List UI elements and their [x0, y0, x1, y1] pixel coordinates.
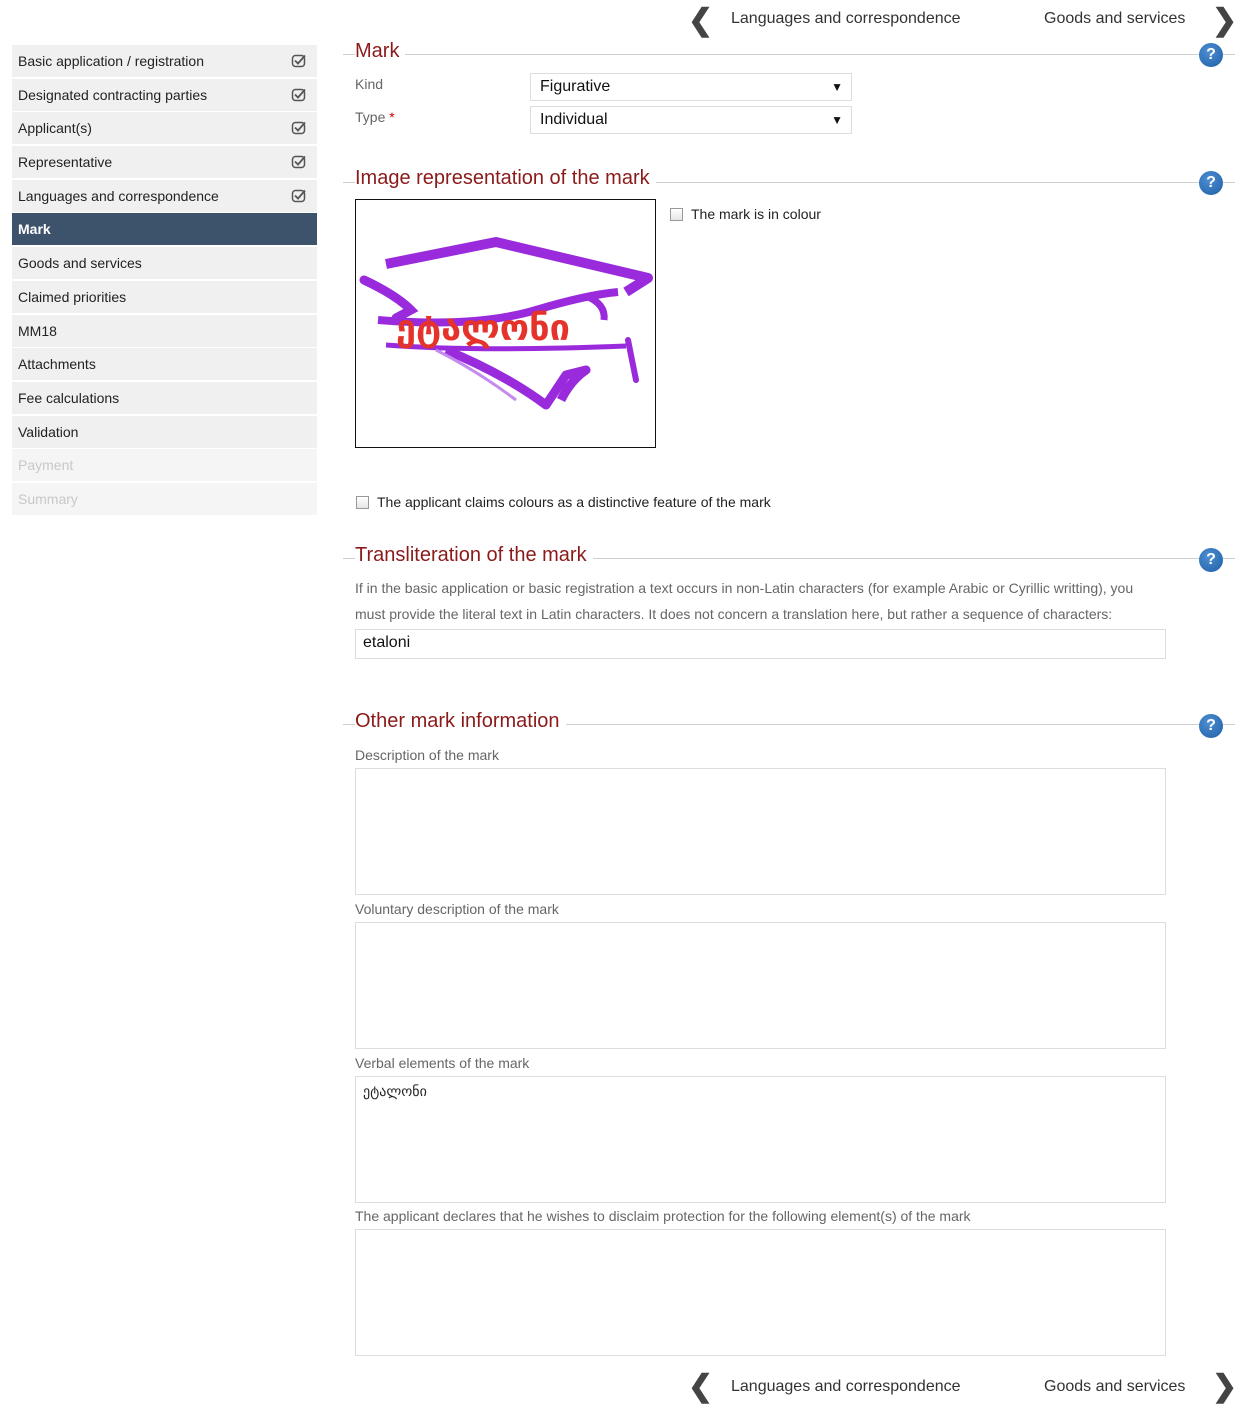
- mark-in-colour-checkbox[interactable]: [670, 208, 683, 221]
- transliteration-section-title: Transliteration of the mark: [355, 544, 593, 567]
- other-info-section-title: Other mark information: [355, 710, 566, 733]
- sidebar-item-label: Applicant(s): [18, 120, 92, 137]
- next-chevron-icon[interactable]: ❯: [1212, 1370, 1237, 1404]
- sidebar-item-label: Claimed priorities: [18, 288, 127, 305]
- checked-icon: [291, 155, 306, 169]
- dropdown-arrow-icon: ▼: [831, 80, 843, 94]
- checked-icon: [291, 54, 306, 68]
- claims-colours-checkbox[interactable]: [356, 496, 369, 509]
- sidebar-item-goods-services[interactable]: Goods and services: [12, 247, 317, 280]
- description-textarea[interactable]: [355, 768, 1166, 895]
- transliteration-input[interactable]: etaloni: [355, 629, 1166, 659]
- type-select[interactable]: Individual ▼: [530, 106, 852, 134]
- type-label-text: Type: [355, 109, 386, 125]
- mark-section-title: Mark: [355, 40, 406, 63]
- kind-select-value: Figurative: [540, 78, 611, 95]
- sidebar-item-label: Languages and correspondence: [18, 187, 219, 204]
- kind-select[interactable]: Figurative ▼: [530, 73, 852, 101]
- sidebar-item-label: Payment: [18, 457, 74, 474]
- image-section-title: Image representation of the mark: [355, 167, 656, 190]
- sidebar-item-languages[interactable]: Languages and correspondence: [12, 179, 317, 212]
- sidebar-item-payment: Payment: [12, 449, 317, 482]
- sidebar-item-fee-calculations[interactable]: Fee calculations: [12, 381, 317, 414]
- sidebar-item-basic-application[interactable]: Basic application / registration: [12, 45, 317, 77]
- type-select-value: Individual: [540, 111, 608, 128]
- help-icon[interactable]: ?: [1199, 171, 1223, 195]
- sidebar-nav: Basic application / registration Designa…: [12, 45, 317, 517]
- sidebar-item-attachments[interactable]: Attachments: [12, 348, 317, 381]
- help-icon[interactable]: ?: [1199, 548, 1223, 572]
- sidebar-item-representative[interactable]: Representative: [12, 146, 317, 179]
- sidebar-item-label: Goods and services: [18, 255, 142, 272]
- prev-chevron-icon[interactable]: ❮: [688, 4, 713, 38]
- sidebar-item-label: Designated contracting parties: [18, 86, 208, 103]
- dropdown-arrow-icon: ▼: [831, 113, 843, 127]
- voluntary-description-label: Voluntary description of the mark: [355, 901, 559, 917]
- verbal-elements-label: Verbal elements of the mark: [355, 1055, 530, 1071]
- sidebar-item-label: Summary: [18, 490, 78, 507]
- prev-section-link[interactable]: Languages and correspondence: [731, 1378, 961, 1396]
- checked-icon: [291, 189, 306, 202]
- next-section-link[interactable]: Goods and services: [1044, 10, 1185, 28]
- verbal-elements-textarea[interactable]: ეტალონი: [355, 1076, 1166, 1203]
- required-marker: *: [389, 109, 395, 125]
- sidebar-item-label: MM18: [18, 322, 57, 339]
- sidebar-item-mark[interactable]: Mark: [12, 213, 317, 246]
- voluntary-description-textarea[interactable]: [355, 922, 1166, 1049]
- next-section-link[interactable]: Goods and services: [1044, 1378, 1185, 1396]
- sidebar-item-label: Fee calculations: [18, 389, 120, 406]
- mark-in-colour-label: The mark is in colour: [691, 206, 821, 222]
- sidebar-item-label: Mark: [18, 221, 51, 238]
- section-divider: [343, 54, 1235, 55]
- sidebar-item-applicants[interactable]: Applicant(s): [12, 112, 317, 145]
- checked-icon: [291, 122, 306, 135]
- prev-chevron-icon[interactable]: ❮: [688, 1370, 713, 1404]
- help-icon[interactable]: ?: [1199, 43, 1223, 67]
- sidebar-item-summary: Summary: [12, 482, 317, 515]
- claims-colours-label: The applicant claims colours as a distin…: [377, 494, 771, 510]
- sidebar-item-label: Attachments: [18, 356, 96, 373]
- transliteration-help-text: If in the basic application or basic reg…: [355, 575, 1225, 627]
- transliteration-help-line: must provide the literal text in Latin c…: [355, 606, 1113, 622]
- sidebar-item-label: Validation: [18, 423, 79, 440]
- mark-logo-text: ეტალონი: [396, 308, 570, 349]
- sidebar-item-label: Representative: [18, 154, 113, 171]
- sidebar-item-claimed-priorities[interactable]: Claimed priorities: [12, 280, 317, 313]
- sidebar-item-designated-parties[interactable]: Designated contracting parties: [12, 78, 317, 111]
- kind-label: Kind: [355, 76, 384, 92]
- disclaim-textarea[interactable]: [355, 1229, 1166, 1356]
- type-label: Type *: [355, 109, 395, 125]
- sidebar-item-validation[interactable]: Validation: [12, 415, 317, 448]
- mark-image[interactable]: ეტალონი: [355, 199, 656, 448]
- next-chevron-icon[interactable]: ❯: [1212, 4, 1237, 38]
- mark-logo-image: ეტალონი: [359, 237, 653, 410]
- disclaim-label: The applicant declares that he wishes to…: [355, 1208, 971, 1224]
- transliteration-help-line: If in the basic application or basic reg…: [355, 580, 1134, 596]
- checked-icon: [291, 88, 306, 101]
- help-icon[interactable]: ?: [1199, 714, 1223, 738]
- prev-section-link[interactable]: Languages and correspondence: [731, 10, 961, 28]
- description-label: Description of the mark: [355, 747, 499, 763]
- sidebar-item-mm18[interactable]: MM18: [12, 314, 317, 347]
- sidebar-item-label: Basic application / registration: [18, 53, 204, 69]
